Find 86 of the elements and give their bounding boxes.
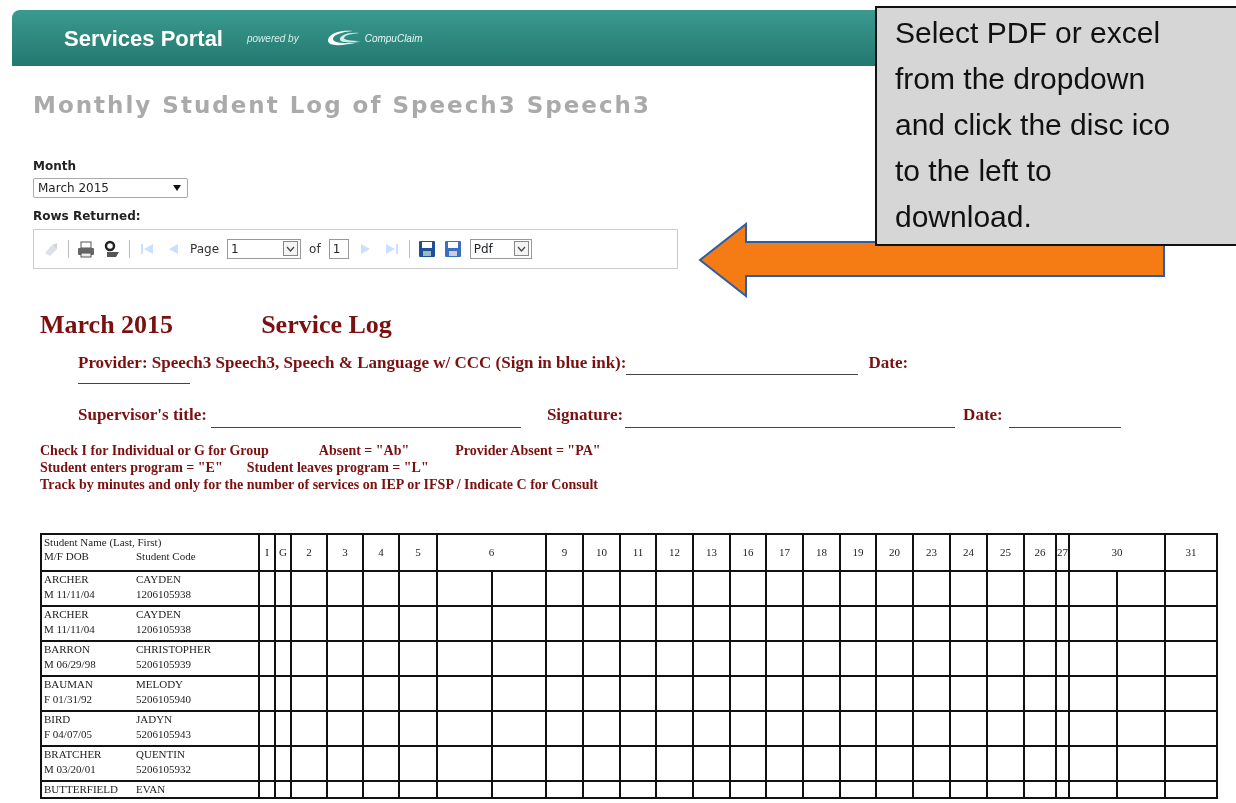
callout-text: download.	[895, 199, 1033, 235]
day-header: 23	[926, 545, 937, 558]
student-first-name: CHRISTOPHER	[136, 641, 211, 657]
print-icon[interactable]	[77, 239, 95, 258]
page-label: Page	[190, 240, 220, 258]
student-code: 5206105939	[136, 656, 191, 672]
student-first-name: CAYDEN	[136, 606, 181, 622]
report-title: Service Log	[261, 308, 392, 341]
callout-text: Select PDF or excel	[895, 15, 1162, 51]
portal-title: Services Portal	[64, 24, 223, 53]
day-header: 9	[561, 545, 568, 558]
student-last-name: ARCHER	[44, 571, 90, 587]
rows-returned-label: Rows Returned:	[33, 207, 141, 225]
page-select[interactable]: 1	[227, 238, 302, 259]
day-header: 5	[415, 545, 421, 558]
student-first-name: JADYN	[136, 711, 173, 727]
student-last-name: BUTTERFIELD	[44, 781, 119, 797]
day-header: 13	[706, 545, 717, 558]
day-header: 24	[963, 545, 974, 558]
day-header: 6	[488, 545, 495, 558]
column-header: Student Name (Last, First)	[44, 534, 163, 549]
student-first-name: EVAN	[136, 781, 166, 797]
student-gender-dob: F 01/31/92	[44, 691, 93, 707]
day-header: 16	[742, 545, 754, 558]
day-header: 20	[889, 545, 900, 558]
day-header: 17	[779, 545, 790, 558]
legend-text: Check I for Individual or G for Group	[40, 441, 269, 459]
student-gender-dob: M 11/11/04	[44, 586, 96, 602]
brand-name: CompuClaim	[364, 31, 423, 46]
student-code: 1206105938	[136, 586, 191, 602]
student-first-name: MELODY	[136, 676, 184, 692]
day-header: 4	[378, 545, 384, 558]
legend-text: Student enters program = "E"	[40, 458, 223, 476]
day-header: 10	[596, 545, 607, 558]
day-header: 12	[669, 545, 680, 558]
student-code: 1206105938	[136, 621, 191, 637]
day-header: 3	[342, 545, 348, 558]
student-first-name: CAYDEN	[136, 571, 181, 587]
day-header: 11	[632, 545, 644, 558]
student-gender-dob: M 06/29/98	[44, 656, 97, 672]
provider-text: Provider: Speech3 Speech3, Speech & Language w/ CCC (Sign in blue ink):	[78, 351, 627, 374]
day-header: 2	[306, 545, 312, 558]
caret-icon	[173, 184, 181, 191]
day-header: G	[279, 545, 287, 558]
legend-text: Track by minutes and only for the number of services on IEP or IFSP / Indicate C for Consult	[40, 475, 598, 493]
student-code: 5206105940	[136, 691, 191, 707]
callout-text: and click the disc ico	[895, 107, 1172, 143]
find-icon[interactable]	[103, 239, 121, 258]
student-gender-dob: M 11/11/04	[44, 621, 96, 637]
column-header: Student Code	[136, 548, 196, 563]
legend-text: Provider Absent = "PA"	[455, 441, 601, 459]
day-header: 26	[1034, 545, 1046, 558]
day-header: 31	[1185, 545, 1197, 558]
report-month: March 2015	[40, 308, 174, 341]
supervisor-title-label: Supervisor's title:	[78, 404, 207, 426]
page-title: Monthly Student Log of Speech3 Speech3	[33, 91, 652, 120]
day-header: 18	[816, 545, 827, 558]
student-gender-dob: F 04/07/05	[44, 726, 93, 742]
signature-label: Signature:	[546, 404, 624, 426]
student-first-name: QUENTIN	[136, 746, 185, 762]
of-label: of	[309, 240, 321, 258]
student-last-name: BIRD	[44, 711, 72, 727]
student-last-name: BARRON	[44, 641, 91, 657]
callout-text: from the dropdown	[895, 61, 1147, 97]
student-last-name: BRATCHER	[44, 746, 103, 762]
page-count-field: 1	[328, 238, 349, 259]
date-label: Date:	[868, 351, 909, 374]
day-header: 25	[1000, 545, 1011, 558]
student-code: 5206105943	[136, 726, 191, 742]
legend-text: Student leaves program = "L"	[246, 458, 429, 476]
day-header: 27	[1057, 545, 1068, 558]
legend-text: Absent = "Ab"	[318, 441, 410, 459]
date-label: Date:	[963, 404, 1003, 426]
student-last-name: BAUMAN	[44, 676, 94, 692]
student-last-name: ARCHER	[44, 606, 90, 622]
student-code: 5206105932	[136, 761, 191, 777]
student-gender-dob: M 03/20/01	[44, 761, 97, 777]
month-select[interactable]: March 2015	[33, 177, 188, 198]
powered-by-text: powered by	[247, 31, 299, 46]
day-header: 30	[1111, 545, 1123, 558]
format-select[interactable]: Pdf	[469, 238, 532, 259]
column-header: M/F DOB	[44, 548, 90, 563]
month-label: Month	[33, 157, 76, 175]
day-header: I	[265, 545, 269, 558]
callout-text: to the left to	[895, 153, 1053, 189]
day-header: 19	[852, 545, 864, 558]
